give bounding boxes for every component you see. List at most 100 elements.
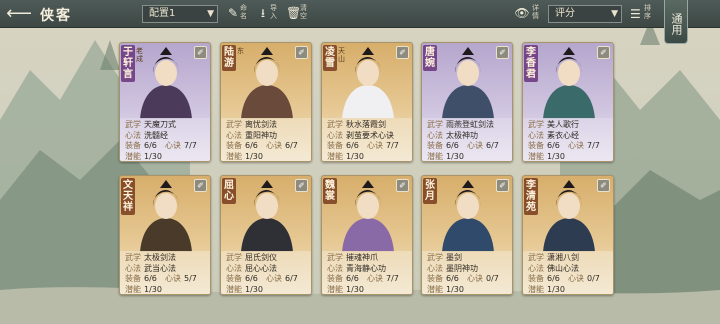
inner-method-row: 心法 青海静心功 — [327, 263, 386, 273]
inner-method-row: 心法 太极神功 — [427, 130, 478, 140]
back-arrow-icon[interactable]: ⟵ — [6, 4, 32, 24]
hero-stats: 武学 太极剑法 心法 武当心法 装备 6/6 心诀 5/7 潜能 1/30 — [120, 251, 210, 294]
equip-row: 装备 6/6 心诀 7/7 — [528, 141, 600, 150]
hero-sect-tag: 东 — [237, 47, 244, 55]
potential-row: 潜能 1/30 — [226, 151, 263, 161]
inner-method-row: 心法 屈心心法 — [226, 263, 277, 273]
potential-row: 潜能 1/30 — [327, 151, 364, 161]
potential-row: 潜能 1/30 — [528, 284, 565, 294]
hero-name: 文天祥 — [121, 178, 135, 215]
sort-select[interactable]: 评分 ▼ — [548, 5, 622, 23]
clear-label: 清空 — [300, 4, 307, 20]
brush-icon[interactable]: ✐ — [295, 46, 308, 59]
hero-name: 李香君 — [524, 45, 538, 82]
equip-row: 装备 6/6 心诀 0/7 — [427, 274, 499, 283]
potential-row: 潜能 1/30 — [125, 151, 162, 161]
detail-button[interactable]: 👁 详情 — [512, 3, 542, 25]
martial-art-row: 武学 屈氏剑仪 — [226, 253, 277, 262]
config-select-value: 配置1 — [149, 8, 176, 19]
brush-icon[interactable]: ✐ — [396, 46, 409, 59]
hero-card[interactable]: 陆游东 ✐ 武学 离忧剑法 心法 重阳神功 装备 6/6 心诀 6/7 潜能 1/30 — [220, 42, 312, 162]
hero-stats: 武学 美人歌行 心法 素衣心经 装备 6/6 心诀 7/7 潜能 1/30 — [523, 118, 613, 161]
hero-stats: 武学 潇湘八剑 心法 佛山心法 装备 6/6 心诀 0/7 潜能 1/30 — [523, 251, 613, 294]
hero-card[interactable]: 屈心 ✐ 武学 屈氏剑仪 心法 屈心心法 装备 6/6 心诀 6/7 潜能 1/30 — [220, 175, 312, 295]
martial-art-row: 武学 潇湘八剑 — [528, 253, 579, 262]
equip-row: 装备 6/6 心诀 7/7 — [327, 274, 399, 283]
top-bar: ⟵ 侠客 配置1 ▼ ✎ 命名 ⭳ 导入 🗑 清空 👁 详情 评分 ▼ ☰ 排序 — [0, 0, 720, 28]
game-screen: ⟵ 侠客 配置1 ▼ ✎ 命名 ⭳ 导入 🗑 清空 👁 详情 评分 ▼ ☰ 排序 — [0, 0, 720, 324]
martial-art-row: 武学 秋水落霞剑 — [327, 120, 386, 129]
hero-card[interactable]: 于轩言老成 ✐ 武学 天魔刀式 心法 洗髓经 装备 6/6 心诀 7/7 潜能 1/30 — [119, 42, 211, 162]
clear-button[interactable]: 🗑 清空 — [284, 3, 307, 25]
import-button[interactable]: ⭳ 导入 — [254, 3, 277, 25]
equip-row: 装备 6/6 心诀 7/7 — [125, 141, 197, 150]
brush-icon[interactable]: ✐ — [496, 179, 509, 192]
hero-sect-tag: 老成 — [136, 47, 143, 63]
brush-icon[interactable]: ✐ — [295, 179, 308, 192]
hero-card[interactable]: 唐婉 ✐ 武学 雨燕登虹剑法 心法 太极神功 装备 6/6 心诀 6/7 潜能 1/30 — [421, 42, 513, 162]
inner-method-row: 心法 武当心法 — [125, 263, 176, 273]
detail-label: 详情 — [532, 4, 539, 20]
inner-method-row: 心法 剥茧要术心诀 — [327, 130, 394, 140]
hero-stats: 武学 天魔刀式 心法 洗髓经 装备 6/6 心诀 7/7 潜能 1/30 — [120, 118, 210, 161]
config-select[interactable]: 配置1 ▼ — [142, 5, 218, 23]
page-title: 侠客 — [40, 8, 72, 24]
brush-icon[interactable]: ✐ — [194, 46, 207, 59]
brush-icon[interactable]: ✐ — [194, 179, 207, 192]
martial-art-row: 武学 摧魂神爪 — [327, 253, 378, 262]
hero-card[interactable]: 魏裳 ✐ 武学 摧魂神爪 心法 青海静心功 装备 6/6 心诀 7/7 潜能 1/30 — [321, 175, 413, 295]
general-tab[interactable]: 通用 — [664, 0, 688, 44]
martial-art-row: 武学 天魔刀式 — [125, 120, 176, 129]
hero-name: 屈心 — [222, 178, 236, 204]
equip-row: 装备 6/6 心诀 0/7 — [528, 274, 600, 283]
hero-card[interactable]: 凌雪天山 ✐ 武学 秋水落霞剑 心法 剥茧要术心诀 装备 6/6 心诀 7/7 潜能 1/30 — [321, 42, 413, 162]
sort-button[interactable]: ☰ 排序 — [628, 3, 660, 25]
potential-row: 潜能 1/30 — [226, 284, 263, 294]
brush-icon[interactable]: ✐ — [496, 46, 509, 59]
martial-art-row: 武学 离忧剑法 — [226, 120, 277, 129]
brush-icon[interactable]: ✐ — [396, 179, 409, 192]
brush-icon[interactable]: ✐ — [597, 46, 610, 59]
sort-select-value: 评分 — [555, 8, 575, 19]
hero-name: 张月 — [423, 178, 437, 204]
hero-stats: 武学 秋水落霞剑 心法 剥茧要术心诀 装备 6/6 心诀 7/7 潜能 1/30 — [322, 118, 412, 161]
inner-method-row: 心法 佛山心法 — [528, 263, 579, 273]
potential-row: 潜能 1/30 — [125, 284, 162, 294]
hero-name: 李清苑 — [524, 178, 538, 215]
martial-art-row: 武学 美人歌行 — [528, 120, 579, 129]
download-icon: ⭳ — [260, 6, 266, 20]
pencil-icon: ✎ — [227, 6, 239, 20]
inner-method-row: 心法 重阳神功 — [226, 130, 277, 140]
chevron-down-icon: ▼ — [207, 9, 214, 19]
hero-card[interactable]: 李清苑 ✐ 武学 潇湘八剑 心法 佛山心法 装备 6/6 心诀 0/7 潜能 1/30 — [522, 175, 614, 295]
sort-list-icon: ☰ — [630, 7, 641, 21]
hero-card[interactable]: 文天祥 ✐ 武学 太极剑法 心法 武当心法 装备 6/6 心诀 5/7 潜能 1/30 — [119, 175, 211, 295]
hero-stats: 武学 屈氏剑仪 心法 屈心心法 装备 6/6 心诀 6/7 潜能 1/30 — [221, 251, 311, 294]
inner-method-row: 心法 墨阴神功 — [427, 263, 478, 273]
hero-name: 唐婉 — [423, 45, 437, 71]
naming-button[interactable]: ✎ 命名 — [224, 3, 247, 25]
martial-art-row: 武学 墨剑 — [427, 253, 462, 262]
import-label: 导入 — [270, 4, 277, 20]
inner-method-row: 心法 洗髓经 — [125, 130, 168, 140]
potential-row: 潜能 1/30 — [528, 151, 565, 161]
hero-name: 陆游 — [222, 45, 236, 71]
chevron-down-icon: ▼ — [611, 9, 618, 19]
trash-icon: 🗑 — [286, 6, 302, 20]
hero-card[interactable]: 李香君 ✐ 武学 美人歌行 心法 素衣心经 装备 6/6 心诀 7/7 潜能 1/30 — [522, 42, 614, 162]
inner-method-row: 心法 素衣心经 — [528, 130, 579, 140]
eye-icon: 👁 — [514, 6, 530, 20]
naming-label: 命名 — [240, 4, 247, 20]
potential-row: 潜能 1/30 — [427, 284, 464, 294]
sort-label: 排序 — [644, 4, 651, 20]
equip-row: 装备 6/6 心诀 6/7 — [226, 141, 298, 150]
martial-art-row: 武学 雨燕登虹剑法 — [427, 120, 494, 129]
equip-row: 装备 6/6 心诀 5/7 — [125, 274, 197, 283]
hero-sect-tag: 天山 — [338, 47, 345, 63]
hero-stats: 武学 雨燕登虹剑法 心法 太极神功 装备 6/6 心诀 6/7 潜能 1/30 — [422, 118, 512, 161]
equip-row: 装备 6/6 心诀 6/7 — [427, 141, 499, 150]
brush-icon[interactable]: ✐ — [597, 179, 610, 192]
hero-name: 魏裳 — [323, 178, 337, 204]
hero-name: 凌雪 — [323, 45, 337, 71]
hero-card[interactable]: 张月 ✐ 武学 墨剑 心法 墨阴神功 装备 6/6 心诀 0/7 潜能 1/30 — [421, 175, 513, 295]
